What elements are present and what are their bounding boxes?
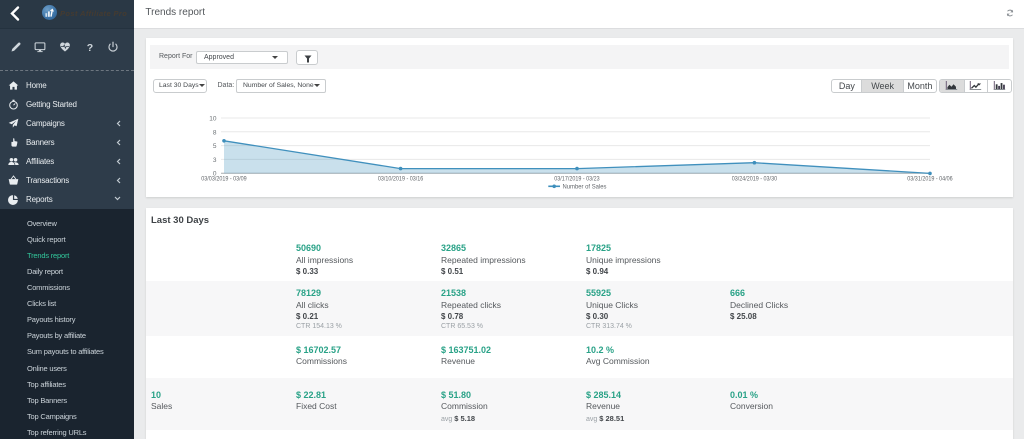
svg-text:03/17/2019 - 03/23: 03/17/2019 - 03/23 [554, 177, 600, 183]
svg-text:10: 10 [209, 116, 217, 123]
svg-text:03/24/2019 - 03/30: 03/24/2019 - 03/30 [732, 177, 778, 183]
svg-text:3: 3 [213, 157, 217, 164]
svg-text:Number of Sales: Number of Sales [563, 184, 608, 191]
svg-text:8: 8 [213, 129, 217, 136]
svg-text:03/10/2019 - 03/16: 03/10/2019 - 03/16 [378, 177, 424, 183]
svg-text:03/03/2019 - 03/09: 03/03/2019 - 03/09 [201, 177, 247, 183]
svg-text:?: ? [87, 42, 93, 53]
svg-text:03/31/2019 - 04/06: 03/31/2019 - 04/06 [907, 177, 953, 183]
svg-text:5: 5 [213, 143, 217, 150]
